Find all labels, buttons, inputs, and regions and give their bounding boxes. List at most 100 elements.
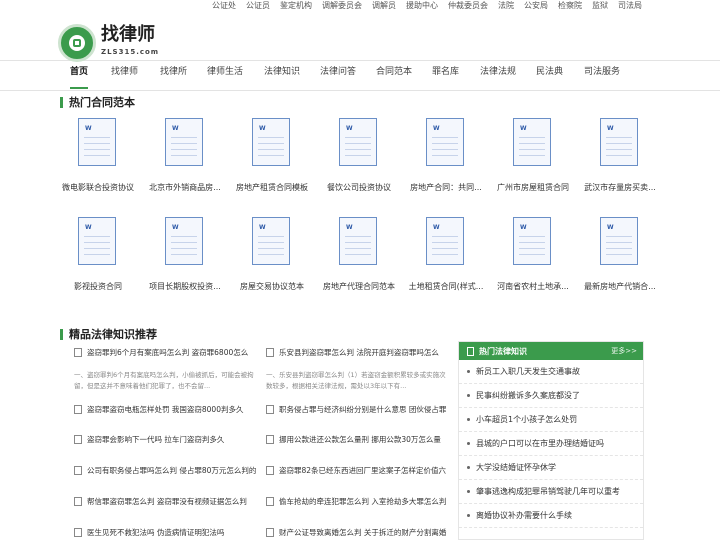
- contract-card[interactable]: W 影视投资合同: [58, 217, 138, 307]
- nav-item[interactable]: 找律师: [111, 61, 138, 89]
- knowledge-item[interactable]: 盗窃罪判6个月有案底吗怎么判 盗窃罪6800怎么: [74, 347, 256, 358]
- knowledge-item[interactable]: 盗窃罪82条已经东西进回厂里这案子怎样定价值六: [266, 465, 448, 476]
- knowledge-item[interactable]: 医生见死不救犯法吗 伪造病情证明犯法吗: [74, 527, 256, 538]
- top-link[interactable]: 法院: [498, 0, 514, 11]
- nav-item[interactable]: 首页: [70, 61, 89, 89]
- contract-title: 土地租赁合同(样式...: [408, 282, 484, 291]
- contract-card[interactable]: W 北京市外销商品房...: [145, 118, 225, 208]
- contract-card[interactable]: W 河南省农村土地承...: [493, 217, 573, 307]
- top-link[interactable]: 监狱: [592, 0, 608, 11]
- word-document-icon: W: [78, 118, 116, 166]
- hot-news-item-text: 肇事逃逸构成犯罪吊销驾驶几年可以重考: [476, 487, 620, 496]
- top-link[interactable]: 公安局: [524, 0, 548, 11]
- nav-item[interactable]: 找律所: [160, 61, 187, 89]
- contract-card[interactable]: W 房地产代理合同范本: [319, 217, 399, 307]
- nav-item[interactable]: 法律法规: [480, 61, 516, 89]
- hot-news-item[interactable]: 肇事逃逸构成犯罪吊销驾驶几年可以重考: [459, 480, 643, 504]
- contract-title: 房地产租赁合同模板: [236, 183, 308, 192]
- nav-item[interactable]: 法律问答: [320, 61, 356, 89]
- top-bar: 公证处 公证员 鉴定机构 调解委员会 调解员 援助中心 仲裁委员会 法院 公安局 检察院 监狱 司法局: [0, 0, 720, 12]
- top-link[interactable]: 公证处: [212, 0, 236, 11]
- contracts-section-title: 热门合同范本: [60, 94, 135, 110]
- word-document-icon: W: [600, 118, 638, 166]
- section-marker: [60, 328, 63, 340]
- knowledge-item[interactable]: 偷车抢劫的牵连犯罪怎么判 入室抢劫多大罪怎么判: [266, 496, 448, 507]
- top-link[interactable]: 调解委员会: [322, 0, 362, 11]
- hot-news-item[interactable]: 民事纠纷搬诉多久案底都没了: [459, 384, 643, 408]
- contract-title: 北京市外销商品房...: [149, 183, 221, 192]
- hot-news-item[interactable]: 新员工入职几天发生交通事故: [459, 360, 643, 384]
- contract-title: 房地产代理合同范本: [323, 282, 395, 291]
- document-icon: [74, 466, 82, 475]
- top-links: 公证处 公证员 鉴定机构 调解委员会 调解员 援助中心 仲裁委员会 法院 公安局 检察院 监狱 司法局: [212, 0, 642, 11]
- bullet-icon: [467, 394, 470, 397]
- knowledge-item[interactable]: 公司有职务侵占罪吗怎么判 侵占罪80万元怎么判的: [74, 465, 256, 476]
- contract-card[interactable]: W 广州市房屋租赁合同: [493, 118, 573, 208]
- contract-card[interactable]: W 房地产租赁合同模板: [232, 118, 312, 208]
- top-link[interactable]: 调解员: [372, 0, 396, 11]
- hot-news-panel: 热门法律知识 更多>> 新员工入职几天发生交通事故 民事纠纷搬诉多久案底都没了 小车…: [458, 341, 644, 540]
- top-link[interactable]: 司法局: [618, 0, 642, 11]
- word-document-icon: W: [513, 217, 551, 265]
- knowledge-item[interactable]: 职务侵占罪与经济纠纷分别是什么意思 团伙侵占罪: [266, 404, 448, 415]
- knowledge-item-title: 盗窃罪判6个月有案底吗怎么判 盗窃罪6800怎么: [87, 348, 249, 357]
- top-link[interactable]: 公证员: [246, 0, 270, 11]
- knowledge-item-title: 乐安县判盗窃罪怎么判 法院开庭判盗窃罪吗怎么: [279, 348, 439, 357]
- word-document-icon: W: [513, 118, 551, 166]
- knowledge-item[interactable]: 财产公证导致离婚怎么判 关于拆迁的财产分割离婚: [266, 527, 448, 538]
- word-document-icon: W: [252, 217, 290, 265]
- contract-title: 房地产合同：共同...: [410, 183, 482, 192]
- site-logo[interactable]: [58, 24, 96, 62]
- hot-news-more-link[interactable]: 更多>>: [611, 346, 637, 356]
- top-link[interactable]: 鉴定机构: [280, 0, 312, 11]
- word-document-icon: W: [426, 217, 464, 265]
- word-document-icon: W: [165, 217, 203, 265]
- word-document-icon: W: [339, 118, 377, 166]
- knowledge-item[interactable]: 乐安县判盗窃罪怎么判 法院开庭判盗窃罪吗怎么: [266, 347, 448, 358]
- bullet-icon: [467, 442, 470, 445]
- nav-item[interactable]: 法律知识: [264, 61, 300, 89]
- knowledge-item[interactable]: 盗窃罪会影响下一代吗 拉车门盗窃判多久: [74, 434, 256, 445]
- hot-news-item-text: 小车超员1个小孩子怎么处罚: [476, 415, 578, 424]
- bullet-icon: [467, 466, 470, 469]
- nav-item[interactable]: 民法典: [536, 61, 563, 89]
- hot-news-item[interactable]: 离婚协议补办需要什么手续: [459, 504, 643, 528]
- contract-card[interactable]: W 餐饮公司投资协议: [319, 118, 399, 208]
- nav-item[interactable]: 律师生活: [207, 61, 243, 89]
- contract-card[interactable]: W 最新房地产代销合...: [580, 217, 660, 307]
- nav-item[interactable]: 罪名库: [432, 61, 459, 89]
- word-document-icon: W: [252, 118, 290, 166]
- document-icon: [266, 466, 274, 475]
- contract-title: 广州市房屋租赁合同: [497, 183, 569, 192]
- contract-card[interactable]: W 微电影联合投资协议: [58, 118, 138, 208]
- knowledge-snippet: 一、盗窃罪判6个月有案底吗怎么判，小偷被抓后，可能会被拘留，但是这并不意味着他们…: [74, 371, 254, 390]
- bullet-icon: [467, 514, 470, 517]
- top-link[interactable]: 检察院: [558, 0, 582, 11]
- brand-name[interactable]: 找律师: [101, 20, 155, 46]
- bookmark-icon: [467, 346, 474, 356]
- contract-card[interactable]: W 土地租赁合同(样式...: [406, 217, 486, 307]
- hot-news-item[interactable]: 小车超员1个小孩子怎么处罚: [459, 408, 643, 432]
- document-icon: [74, 435, 82, 444]
- top-link[interactable]: 援助中心: [406, 0, 438, 11]
- contract-title: 最新房地产代销合...: [584, 282, 656, 291]
- contract-card[interactable]: W 武汉市存量房买卖...: [580, 118, 660, 208]
- knowledge-item[interactable]: 盗窃罪盗窃电瓶怎样处罚 我国盗窃8000判多久: [74, 404, 256, 415]
- nav-item[interactable]: 司法服务: [584, 61, 620, 89]
- knowledge-item[interactable]: 帮信罪盗窃罪怎么判 盗窃罪没有视频证据怎么判: [74, 496, 256, 507]
- hot-news-item-text: 离婚协议补办需要什么手续: [476, 511, 572, 520]
- contract-title: 项目长期股权投资...: [149, 282, 221, 291]
- section-marker: [60, 96, 63, 108]
- contract-card[interactable]: W 房屋交易协议范本: [232, 217, 312, 307]
- nav-item[interactable]: 合同范本: [376, 61, 412, 89]
- knowledge-item-title: 财产公证导致离婚怎么判 关于拆迁的财产分割离婚: [279, 528, 447, 537]
- top-link[interactable]: 仲裁委员会: [448, 0, 488, 11]
- knowledge-item-title: 偷车抢劫的牵连犯罪怎么判 入室抢劫多大罪怎么判: [279, 497, 447, 506]
- hot-news-item[interactable]: 县城的户口可以在市里办理结婚证吗: [459, 432, 643, 456]
- knowledge-item-title: 盗窃罪82条已经东西进回厂里这案子怎样定价值六: [279, 466, 447, 475]
- contract-card[interactable]: W 项目长期股权投资...: [145, 217, 225, 307]
- hot-news-item[interactable]: 大学没结婚证怀孕休学: [459, 456, 643, 480]
- knowledge-item[interactable]: 挪用公款进还公款怎么量刑 挪用公款30万怎么量: [266, 434, 448, 445]
- contract-card[interactable]: W 房地产合同：共同...: [406, 118, 486, 208]
- document-icon: [266, 405, 274, 414]
